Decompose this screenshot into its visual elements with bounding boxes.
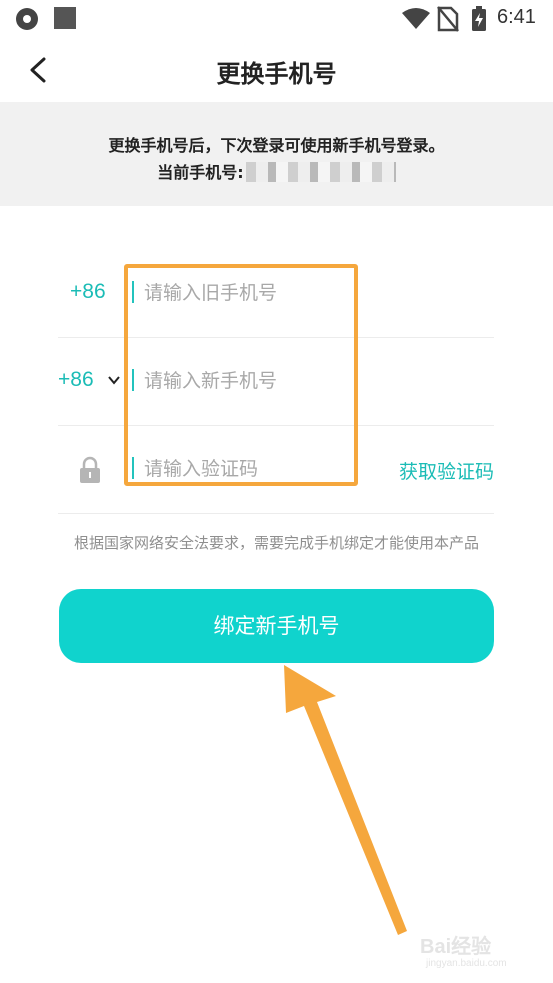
battery-charging-icon [472, 6, 486, 31]
lock-icon [80, 456, 100, 483]
status-time: 6:41 [497, 6, 536, 28]
notice-banner: 更换手机号后，下次登录可使用新手机号登录。 当前手机号: [0, 102, 553, 206]
highlight-box [124, 264, 358, 486]
wifi-icon [402, 8, 430, 29]
no-sim-icon [437, 6, 459, 32]
page-title: 更换手机号 [216, 60, 337, 88]
notice-text: 更换手机号后，下次登录可使用新手机号登录。 [108, 136, 445, 155]
bind-new-phone-button[interactable]: 绑定新手机号 [59, 589, 494, 663]
baidu-watermark: Bai经验 [420, 936, 492, 958]
watermark-url: jingyan.baidu.com [426, 958, 507, 969]
binding-requirement-tip: 根据国家网络安全法要求，需要完成手机绑定才能使用本产品 [73, 534, 479, 552]
current-phone-label: 当前手机号: [157, 163, 244, 182]
old-phone-country-code[interactable]: +86 [70, 280, 106, 304]
header: 更换手机号 [0, 40, 553, 102]
current-phone-line: 当前手机号: [0, 159, 553, 183]
get-code-button[interactable]: 获取验证码 [399, 457, 494, 484]
masked-phone-number [245, 162, 396, 182]
app-icon [16, 8, 38, 30]
chevron-down-icon[interactable] [107, 374, 121, 386]
annotation-arrow [284, 665, 407, 935]
status-bar: 6:41 [0, 0, 553, 40]
app-icon-square [54, 7, 76, 29]
new-phone-country-code[interactable]: +86 [58, 368, 94, 392]
